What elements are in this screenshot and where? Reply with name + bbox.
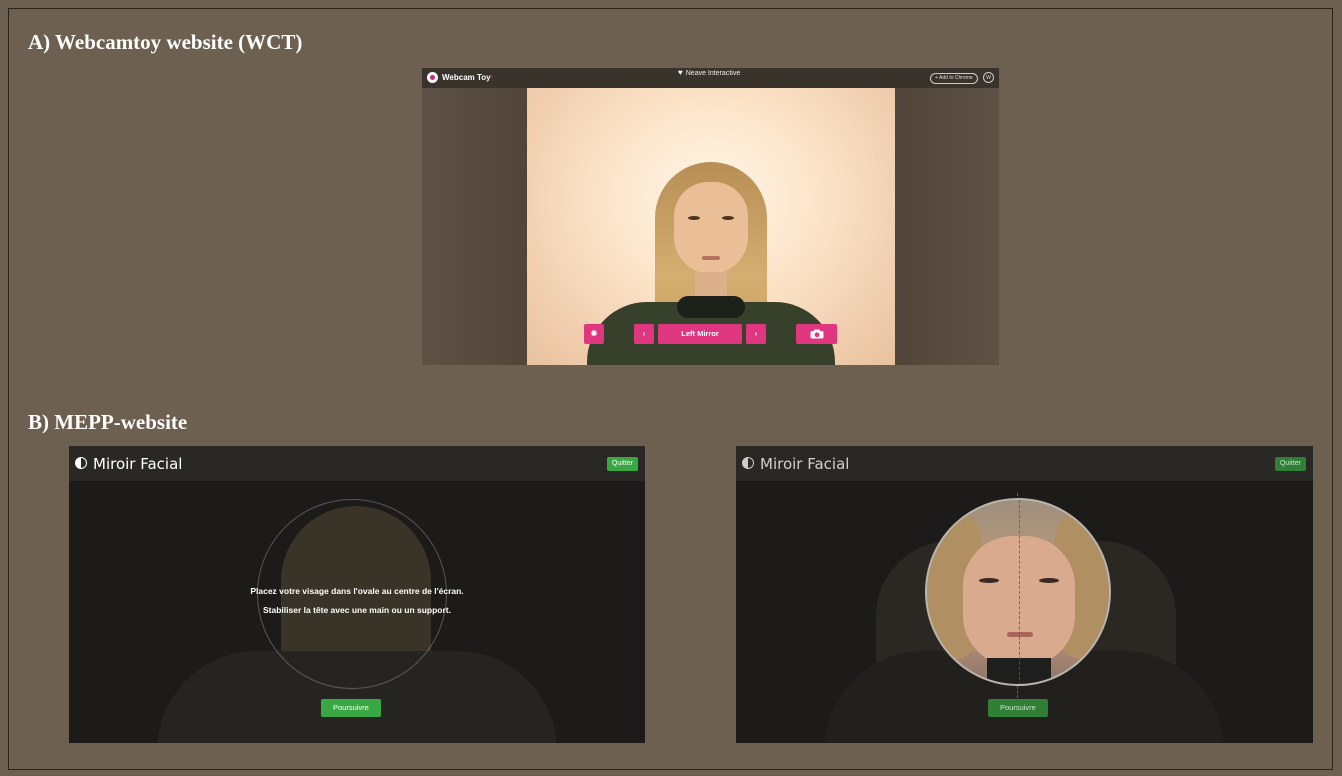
contrast-icon — [75, 457, 87, 469]
app-name[interactable]: Webcam Toy° — [442, 73, 493, 82]
chevron-right-icon: › — [754, 329, 758, 338]
section-b-label: B) MEPP-website — [28, 410, 188, 434]
mepp-camera-area: Placez votre visage dans l'ovale au cent… — [69, 481, 645, 743]
person-mouth — [702, 256, 720, 260]
mepp-brand: Miroir Facial — [93, 455, 183, 473]
person-face — [674, 182, 748, 274]
next-effect-button[interactable]: › — [746, 324, 766, 344]
mirrored-face-oval — [925, 498, 1111, 686]
person-collar — [677, 296, 745, 318]
effect-name-button[interactable]: Left Mirror — [658, 324, 742, 344]
chevron-left-icon: ‹ — [642, 329, 646, 338]
language-button[interactable]: W — [983, 72, 994, 83]
settings-button[interactable]: ✹ — [584, 324, 604, 344]
section-a-label: A) Webcamtoy website (WCT) — [28, 30, 303, 54]
webcamtoy-screenshot: Webcam Toy° ♥ Neave Interactive + Add to … — [422, 68, 999, 365]
mepp-brand: Miroir Facial — [760, 455, 850, 473]
camera-icon — [810, 329, 823, 339]
mepp-header: Miroir Facial Quitter — [69, 446, 645, 481]
left-backdrop — [422, 88, 527, 365]
neave-link[interactable]: ♥ Neave Interactive — [678, 68, 740, 77]
take-photo-button[interactable] — [796, 324, 837, 344]
instruction-line-1: Placez votre visage dans l'ovale au cent… — [250, 586, 464, 596]
mepp-header: Miroir Facial Quitter — [736, 446, 1313, 481]
midline-bottom — [1017, 686, 1018, 698]
person-eye-left — [688, 216, 700, 220]
mirrored-mouth — [1007, 632, 1033, 637]
mepp-screenshot-mirror: Miroir Facial Quitter Poursuivre — [736, 446, 1313, 743]
instruction-line-2: Stabiliser la tête avec une main ou un s… — [263, 605, 451, 615]
mirrored-eye-right — [1039, 578, 1059, 583]
webcam-toy-logo-icon[interactable] — [427, 72, 438, 83]
continue-button[interactable]: Poursuivre — [321, 699, 381, 717]
add-to-chrome-button[interactable]: + Add to Chrome — [930, 73, 978, 84]
person-eye-right — [722, 216, 734, 220]
mirrored-eye-left — [979, 578, 999, 583]
gear-icon: ✹ — [590, 329, 598, 338]
contrast-icon — [742, 457, 754, 469]
webcamtoy-header: Webcam Toy° ♥ Neave Interactive + Add to … — [422, 68, 999, 88]
quit-button[interactable]: Quitter — [1274, 457, 1306, 471]
right-backdrop — [895, 88, 999, 365]
face-midline — [1019, 500, 1020, 684]
mepp-camera-area: Poursuivre — [736, 481, 1313, 743]
quit-button[interactable]: Quitter — [606, 457, 638, 471]
continue-button[interactable]: Poursuivre — [988, 699, 1048, 717]
previous-effect-button[interactable]: ‹ — [634, 324, 654, 344]
mepp-screenshot-instructions: Miroir Facial Quitter Placez votre visag… — [69, 446, 645, 743]
heart-icon: ♥ — [678, 68, 683, 77]
